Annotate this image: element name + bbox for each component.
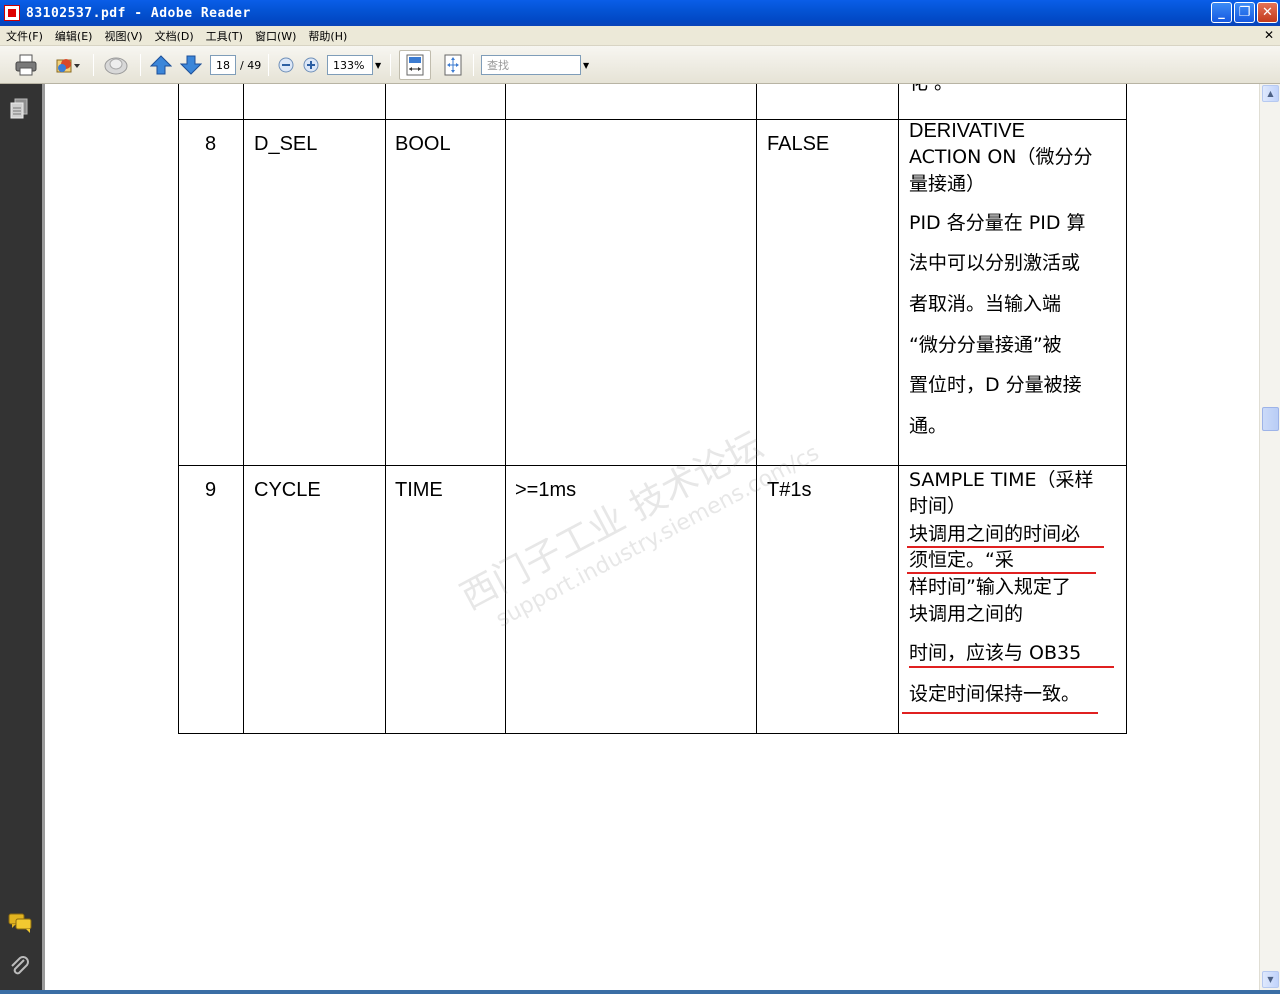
navigation-panel — [0, 84, 45, 990]
row8-default: FALSE — [767, 133, 830, 155]
row8-desc-line-8: 置位时，D 分量被接 — [909, 374, 1082, 396]
print-button[interactable] — [12, 54, 40, 76]
comments-button[interactable] — [8, 912, 32, 938]
menu-tools[interactable]: 工具(T) — [200, 28, 249, 44]
row8-desc-line-1: DERIVATIVE — [909, 120, 1025, 142]
pages-button[interactable] — [9, 98, 29, 124]
menu-document[interactable]: 文档(D) — [149, 28, 200, 44]
zoom-out-icon — [278, 57, 294, 73]
row9-type: TIME — [395, 479, 443, 501]
toolbar: 18 / 49 133% ▼ 查找 ▼ — [0, 46, 1280, 84]
share-button[interactable] — [48, 54, 86, 76]
prev-page-button[interactable] — [148, 54, 174, 76]
close-document-button[interactable]: ✕ — [1264, 28, 1274, 42]
prev-row-fragment: 化 。 — [909, 84, 953, 96]
fit-width-button[interactable] — [399, 50, 431, 80]
search-input[interactable]: 查找 — [481, 55, 581, 75]
row8-type: BOOL — [395, 133, 451, 155]
menu-edit[interactable]: 编辑(E) — [49, 28, 99, 44]
zoom-in-button[interactable] — [301, 54, 321, 76]
menu-bar: 文件(F) 编辑(E) 视图(V) 文档(D) 工具(T) 窗口(W) 帮助(H… — [0, 26, 1280, 46]
row8-desc-line-6: 者取消。当输入端 — [909, 293, 1062, 315]
row8-desc-line-4: PID 各分量在 PID 算 — [909, 212, 1086, 234]
share-icon — [56, 59, 80, 73]
print-icon — [15, 54, 37, 76]
menu-window[interactable]: 窗口(W) — [249, 28, 302, 44]
scroll-thumb[interactable] — [1262, 407, 1279, 431]
zoom-input[interactable]: 133% — [327, 55, 373, 75]
row8-name: D_SEL — [254, 133, 318, 155]
pdf-file-icon — [4, 5, 20, 21]
fit-width-icon — [406, 54, 424, 76]
row9-name: CYCLE — [254, 479, 321, 501]
row9-desc-line-5: 样时间”输入规定了 — [909, 576, 1071, 598]
window-title: 83102537.pdf - Adobe Reader — [26, 5, 251, 21]
row9-number: 9 — [205, 479, 217, 501]
minimize-button[interactable]: _ — [1211, 2, 1232, 23]
hand-tool-button[interactable] — [101, 54, 131, 76]
row9-desc-line-8: 设定时间保持一致。 — [909, 683, 1081, 705]
scroll-down-button[interactable]: ▼ — [1262, 971, 1279, 988]
fit-page-icon — [444, 54, 462, 76]
bottom-border — [0, 990, 1280, 994]
title-bar: 83102537.pdf - Adobe Reader _ ❐ ✕ — [0, 0, 1280, 26]
scroll-up-button[interactable]: ▲ — [1262, 85, 1279, 102]
row8-desc-line-3: 量接通） — [909, 173, 986, 195]
fit-page-button[interactable] — [440, 54, 466, 76]
row9-desc-line-7: 时间，应该与 OB35 — [909, 642, 1082, 664]
restore-button[interactable]: ❐ — [1234, 2, 1255, 23]
row9-desc-line-4: 须恒定。“采 — [909, 549, 1014, 571]
zoom-out-button[interactable] — [276, 54, 296, 76]
row8-desc-line-5: 法中可以分别激活或 — [909, 252, 1081, 274]
row8-desc-line-7: “微分分量接通”被 — [909, 334, 1062, 356]
page-total: / 49 — [240, 59, 262, 72]
annotation-underline — [902, 712, 1098, 714]
menu-file[interactable]: 文件(F) — [0, 28, 49, 44]
row8-desc-line-2: ACTION ON（微分分 — [909, 146, 1093, 168]
attachments-icon — [11, 956, 29, 975]
hand-icon — [104, 57, 128, 75]
row9-range: >=1ms — [515, 479, 577, 501]
menu-help[interactable]: 帮助(H) — [302, 28, 353, 44]
comments-icon — [8, 913, 32, 933]
row9-desc-line-2: 时间） — [909, 495, 967, 517]
watermark-line-2: support.industry.siemens.com/cs — [492, 440, 824, 633]
row9-desc-line-3: 块调用之间的时间必 — [909, 523, 1081, 545]
close-button[interactable]: ✕ — [1257, 2, 1278, 23]
annotation-underline — [909, 666, 1114, 668]
page-number-input[interactable]: 18 — [210, 55, 236, 75]
row8-number: 8 — [205, 133, 217, 155]
zoom-in-icon — [303, 57, 319, 73]
next-page-button[interactable] — [178, 54, 204, 76]
document-page[interactable]: 化 。 8 D_SEL BOOL FALSE DERIVATIVE ACTION… — [45, 84, 1259, 990]
menu-view[interactable]: 视图(V) — [98, 28, 148, 44]
row9-desc-line-1: SAMPLE TIME（采样 — [909, 469, 1094, 491]
attachments-button[interactable] — [8, 954, 30, 982]
row9-desc-line-6: 块调用之间的 — [909, 603, 1024, 625]
prev-page-icon — [150, 55, 172, 75]
row8-desc-line-9: 通。 — [909, 415, 948, 437]
pages-icon — [10, 98, 28, 119]
row9-default: T#1s — [767, 479, 812, 501]
search-dropdown-icon[interactable]: ▼ — [583, 61, 589, 70]
vertical-scrollbar[interactable]: ▲ ▼ — [1259, 84, 1280, 990]
next-page-icon — [180, 55, 202, 75]
zoom-dropdown-icon[interactable]: ▼ — [375, 61, 381, 70]
